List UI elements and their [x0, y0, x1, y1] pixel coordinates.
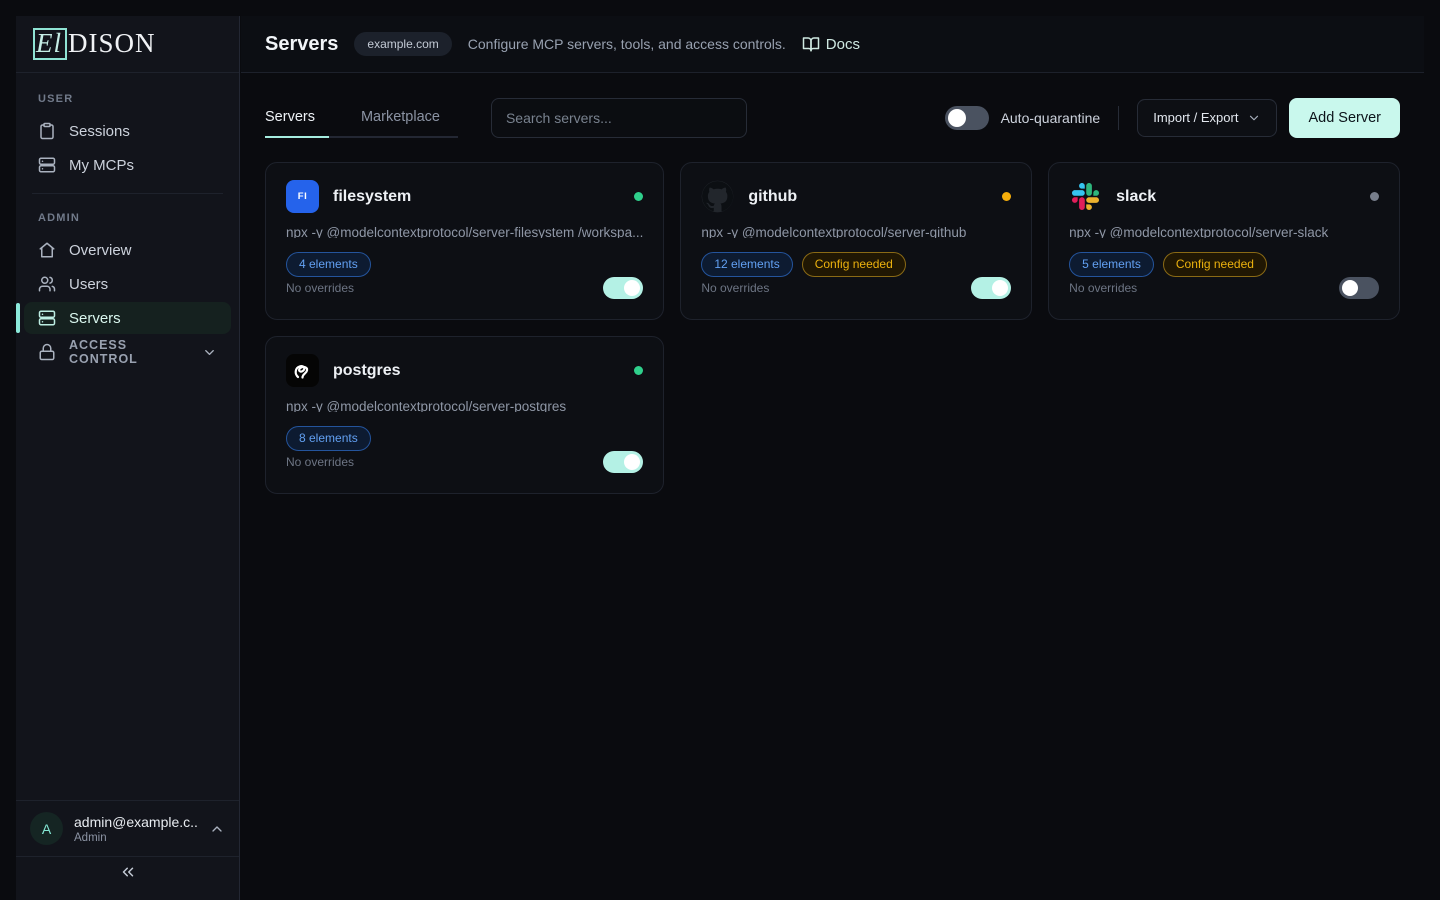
toolbar-divider: [1118, 106, 1119, 130]
elements-badge: 4 elements: [286, 252, 371, 277]
clipboard-icon: [38, 122, 56, 140]
postgres-icon: [286, 354, 319, 387]
elements-badge: 8 elements: [286, 426, 371, 451]
status-dot: [634, 192, 643, 201]
sidebar-item-label: Servers: [69, 310, 121, 327]
book-open-icon: [802, 35, 820, 53]
chevron-down-icon: [1247, 111, 1261, 125]
user-meta: admin@example.c... Admin: [74, 814, 198, 844]
section-label-user: USER: [16, 87, 239, 113]
sidebar-item-label: ACCESS CONTROL: [69, 338, 176, 366]
user-menu[interactable]: A admin@example.c... Admin: [16, 800, 239, 856]
overrides-label: No overrides: [286, 455, 354, 469]
sidebar-item-label: Users: [69, 276, 108, 293]
server-name: slack: [1116, 188, 1156, 206]
server-command: npx -y @modelcontextprotocol/server-slac…: [1069, 225, 1379, 238]
sidebar-item-servers[interactable]: Servers: [24, 302, 231, 334]
server-name: filesystem: [333, 188, 411, 206]
elements-badge: 12 elements: [701, 252, 792, 277]
sidebar-item-label: My MCPs: [69, 157, 134, 174]
server-name: postgres: [333, 362, 401, 380]
server-card-github[interactable]: github npx -y @modelcontextprotocol/serv…: [680, 162, 1032, 320]
sidebar-collapse-button[interactable]: [16, 856, 239, 900]
sidebar: ElDISON USER Sessions My MCPs ADMIN Over…: [16, 16, 240, 900]
sidebar-item-overview[interactable]: Overview: [24, 234, 231, 266]
user-role: Admin: [74, 832, 198, 844]
sidebar-footer: A admin@example.c... Admin: [16, 800, 239, 900]
sidebar-item-label: Overview: [69, 242, 132, 259]
chevron-down-icon: [202, 345, 217, 360]
sidebar-item-label: Sessions: [69, 123, 130, 140]
server-grid: FI filesystem npx -y @modelcontextprotoc…: [265, 162, 1400, 494]
server-command: npx -y @modelcontextprotocol/server-post…: [286, 399, 643, 412]
toolbar: Servers Marketplace Auto-quarantine Impo…: [265, 97, 1400, 138]
chevron-up-icon: [209, 821, 225, 837]
tabs: Servers Marketplace: [265, 97, 458, 138]
page-description: Configure MCP servers, tools, and access…: [468, 36, 786, 52]
users-icon: [38, 275, 56, 293]
app-root: ElDISON USER Sessions My MCPs ADMIN Over…: [0, 0, 1440, 900]
overrides-label: No overrides: [286, 281, 354, 295]
github-icon: [701, 180, 734, 213]
server-icon: [38, 309, 56, 327]
server-enabled-toggle[interactable]: [971, 277, 1011, 299]
tab-marketplace[interactable]: Marketplace: [361, 97, 440, 138]
overrides-label: No overrides: [701, 281, 769, 295]
page-title: Servers: [265, 33, 338, 56]
server-enabled-toggle[interactable]: [603, 277, 643, 299]
server-card-postgres[interactable]: postgres npx -y @modelcontextprotocol/se…: [265, 336, 664, 494]
logo-text: ElDISON: [33, 28, 156, 60]
add-server-button[interactable]: Add Server: [1289, 98, 1400, 138]
overrides-label: No overrides: [1069, 281, 1137, 295]
content: Servers Marketplace Auto-quarantine Impo…: [241, 73, 1424, 900]
sidebar-divider: [32, 193, 223, 194]
tab-servers[interactable]: Servers: [265, 97, 329, 138]
status-dot: [1370, 192, 1379, 201]
logo: ElDISON: [16, 16, 239, 73]
server-enabled-toggle[interactable]: [1339, 277, 1379, 299]
lock-icon: [38, 343, 56, 361]
sidebar-nav: USER Sessions My MCPs ADMIN Overview Use…: [16, 73, 239, 800]
import-export-button[interactable]: Import / Export: [1137, 99, 1277, 137]
import-export-label: Import / Export: [1153, 110, 1238, 125]
sidebar-item-users[interactable]: Users: [24, 268, 231, 300]
elements-badge: 5 elements: [1069, 252, 1154, 277]
auto-quarantine-toggle[interactable]: [945, 106, 989, 130]
status-dot: [1002, 192, 1011, 201]
config-needed-badge: Config needed: [802, 252, 906, 277]
config-needed-badge: Config needed: [1163, 252, 1267, 277]
sidebar-item-sessions[interactable]: Sessions: [24, 115, 231, 147]
section-label-admin: ADMIN: [16, 206, 239, 232]
main: Servers example.com Configure MCP server…: [241, 16, 1424, 900]
docs-label: Docs: [826, 36, 860, 53]
env-badge: example.com: [354, 32, 451, 56]
slack-icon: [1069, 180, 1102, 213]
chevrons-left-icon: [119, 863, 137, 881]
page-header: Servers example.com Configure MCP server…: [241, 16, 1424, 73]
server-command: npx -y @modelcontextprotocol/server-file…: [286, 225, 643, 238]
filesystem-icon: FI: [286, 180, 319, 213]
auto-quarantine-label: Auto-quarantine: [1001, 110, 1101, 126]
search-input[interactable]: [491, 98, 747, 138]
server-name: github: [748, 188, 797, 206]
home-icon: [38, 241, 56, 259]
server-icon: [38, 156, 56, 174]
server-card-filesystem[interactable]: FI filesystem npx -y @modelcontextprotoc…: [265, 162, 664, 320]
sidebar-item-my-mcps[interactable]: My MCPs: [24, 149, 231, 181]
user-email: admin@example.c...: [74, 814, 198, 830]
avatar: A: [30, 812, 63, 845]
server-command: npx -y @modelcontextprotocol/server-gith…: [701, 225, 1011, 238]
server-card-slack[interactable]: slack npx -y @modelcontextprotocol/serve…: [1048, 162, 1400, 320]
docs-link[interactable]: Docs: [802, 35, 860, 53]
server-enabled-toggle[interactable]: [603, 451, 643, 473]
sidebar-item-access-control[interactable]: ACCESS CONTROL: [24, 336, 231, 368]
status-dot: [634, 366, 643, 375]
